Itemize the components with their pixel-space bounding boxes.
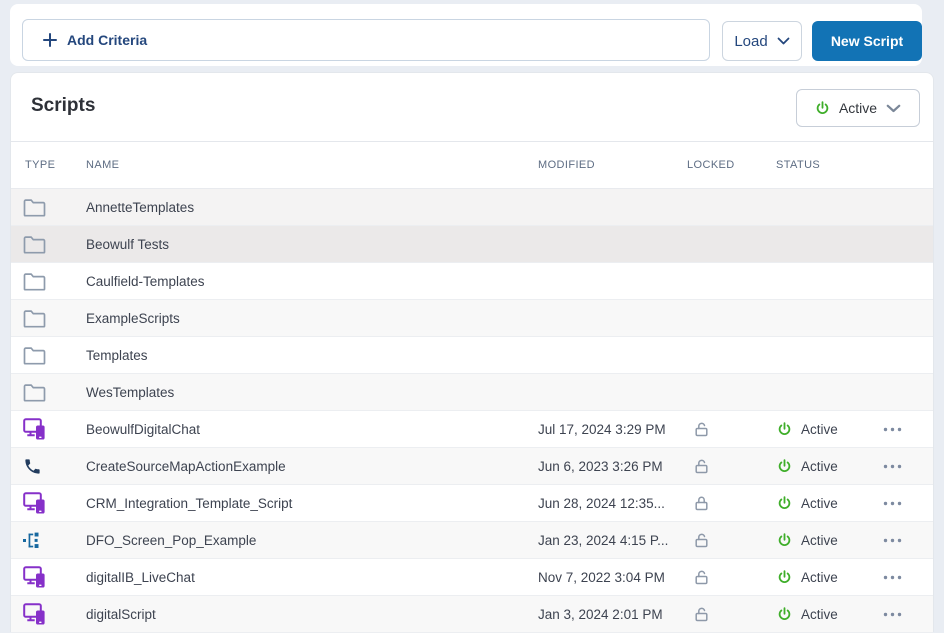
row-menu-button[interactable]: [879, 421, 906, 438]
table-row[interactable]: Caulfield-Templates: [11, 263, 933, 300]
power-icon: [777, 496, 792, 511]
lock-open-icon: [693, 569, 710, 586]
lock-open-icon: [693, 421, 710, 438]
power-icon: [815, 101, 830, 116]
script-name: CRM_Integration_Template_Script: [86, 496, 538, 511]
power-icon: [777, 570, 792, 585]
plus-icon: [43, 33, 57, 47]
script-name: digitalScript: [86, 607, 538, 622]
lock-open-icon: [693, 458, 710, 475]
table-row[interactable]: CreateSourceMapActionExample Jun 6, 2023…: [11, 448, 933, 485]
script-name: BeowulfDigitalChat: [86, 422, 538, 437]
phone-script-icon: [23, 457, 42, 476]
row-menu-button[interactable]: [879, 569, 906, 586]
digital-script-icon: [23, 566, 49, 588]
column-header-locked[interactable]: LOCKED: [687, 159, 776, 171]
modified-date: Jan 3, 2024 2:01 PM: [538, 607, 687, 622]
status-label: Active: [801, 570, 838, 585]
new-script-button[interactable]: New Script: [812, 21, 922, 61]
load-label: Load: [734, 33, 767, 50]
column-header-type[interactable]: TYPE: [11, 159, 86, 171]
script-name: AnnetteTemplates: [86, 200, 538, 215]
dfo-script-icon: [23, 532, 43, 549]
table-row[interactable]: CRM_Integration_Template_Script Jun 28, …: [11, 485, 933, 522]
table-row[interactable]: Beowulf Tests: [11, 226, 933, 263]
table-header: TYPE NAME MODIFIED LOCKED STATUS: [11, 142, 933, 189]
power-icon: [777, 459, 792, 474]
add-criteria-button[interactable]: Add Criteria: [22, 19, 710, 61]
folder-icon: [23, 198, 46, 217]
script-name: WesTemplates: [86, 385, 538, 400]
add-criteria-label: Add Criteria: [67, 32, 147, 48]
status-label: Active: [801, 422, 838, 437]
power-icon: [777, 533, 792, 548]
digital-script-icon: [23, 492, 49, 514]
modified-date: Jul 17, 2024 3:29 PM: [538, 422, 687, 437]
folder-icon: [23, 235, 46, 254]
script-name: digitalIB_LiveChat: [86, 570, 538, 585]
row-menu-button[interactable]: [879, 458, 906, 475]
script-name: Beowulf Tests: [86, 237, 538, 252]
table-row[interactable]: ExampleScripts: [11, 300, 933, 337]
modified-date: Jun 6, 2023 3:26 PM: [538, 459, 687, 474]
lock-open-icon: [693, 532, 710, 549]
status-label: Active: [801, 496, 838, 511]
table-row[interactable]: digitalScript Jan 3, 2024 2:01 PM Active: [11, 596, 933, 633]
script-name: ExampleScripts: [86, 311, 538, 326]
lock-open-icon: [693, 606, 710, 623]
status-label: Active: [801, 533, 838, 548]
table-row[interactable]: DFO_Screen_Pop_Example Jan 23, 2024 4:15…: [11, 522, 933, 559]
lock-closed-icon: [693, 495, 710, 512]
folder-icon: [23, 383, 46, 402]
modified-date: Nov 7, 2022 3:04 PM: [538, 570, 687, 585]
new-script-label: New Script: [831, 33, 903, 49]
table-row[interactable]: WesTemplates: [11, 374, 933, 411]
row-menu-button[interactable]: [879, 532, 906, 549]
status-filter-value: Active: [839, 100, 877, 116]
folder-icon: [23, 309, 46, 328]
script-name: Caulfield-Templates: [86, 274, 538, 289]
table-row[interactable]: digitalIB_LiveChat Nov 7, 2022 3:04 PM A…: [11, 559, 933, 596]
modified-date: Jun 28, 2024 12:35...: [538, 496, 687, 511]
table-body: AnnetteTemplates Beowulf Tests Caulfield…: [11, 189, 933, 633]
table-row[interactable]: BeowulfDigitalChat Jul 17, 2024 3:29 PM …: [11, 411, 933, 448]
toolbar: Add Criteria Load New Script: [10, 4, 922, 66]
row-menu-button[interactable]: [879, 606, 906, 623]
column-header-modified[interactable]: MODIFIED: [538, 159, 687, 171]
table-row[interactable]: AnnetteTemplates: [11, 189, 933, 226]
script-name: Templates: [86, 348, 538, 363]
column-header-name[interactable]: NAME: [86, 159, 538, 171]
status-filter-dropdown[interactable]: Active: [796, 89, 920, 127]
modified-date: Jan 23, 2024 4:15 P...: [538, 533, 687, 548]
chevron-down-icon: [886, 104, 901, 113]
power-icon: [777, 422, 792, 437]
row-menu-button[interactable]: [879, 495, 906, 512]
status-label: Active: [801, 607, 838, 622]
load-button[interactable]: Load: [722, 21, 802, 61]
table-row[interactable]: Templates: [11, 337, 933, 374]
panel-header: Scripts Active: [11, 73, 933, 142]
page-title: Scripts: [31, 95, 95, 117]
column-header-status[interactable]: STATUS: [776, 159, 871, 171]
status-label: Active: [801, 459, 838, 474]
folder-icon: [23, 346, 46, 365]
script-name: CreateSourceMapActionExample: [86, 459, 538, 474]
folder-icon: [23, 272, 46, 291]
digital-script-icon: [23, 603, 49, 625]
digital-script-icon: [23, 418, 49, 440]
chevron-down-icon: [777, 37, 790, 45]
script-name: DFO_Screen_Pop_Example: [86, 533, 538, 548]
power-icon: [777, 607, 792, 622]
scripts-panel: Scripts Active TYPE NAME MODIFIED LOCKED…: [10, 72, 934, 632]
